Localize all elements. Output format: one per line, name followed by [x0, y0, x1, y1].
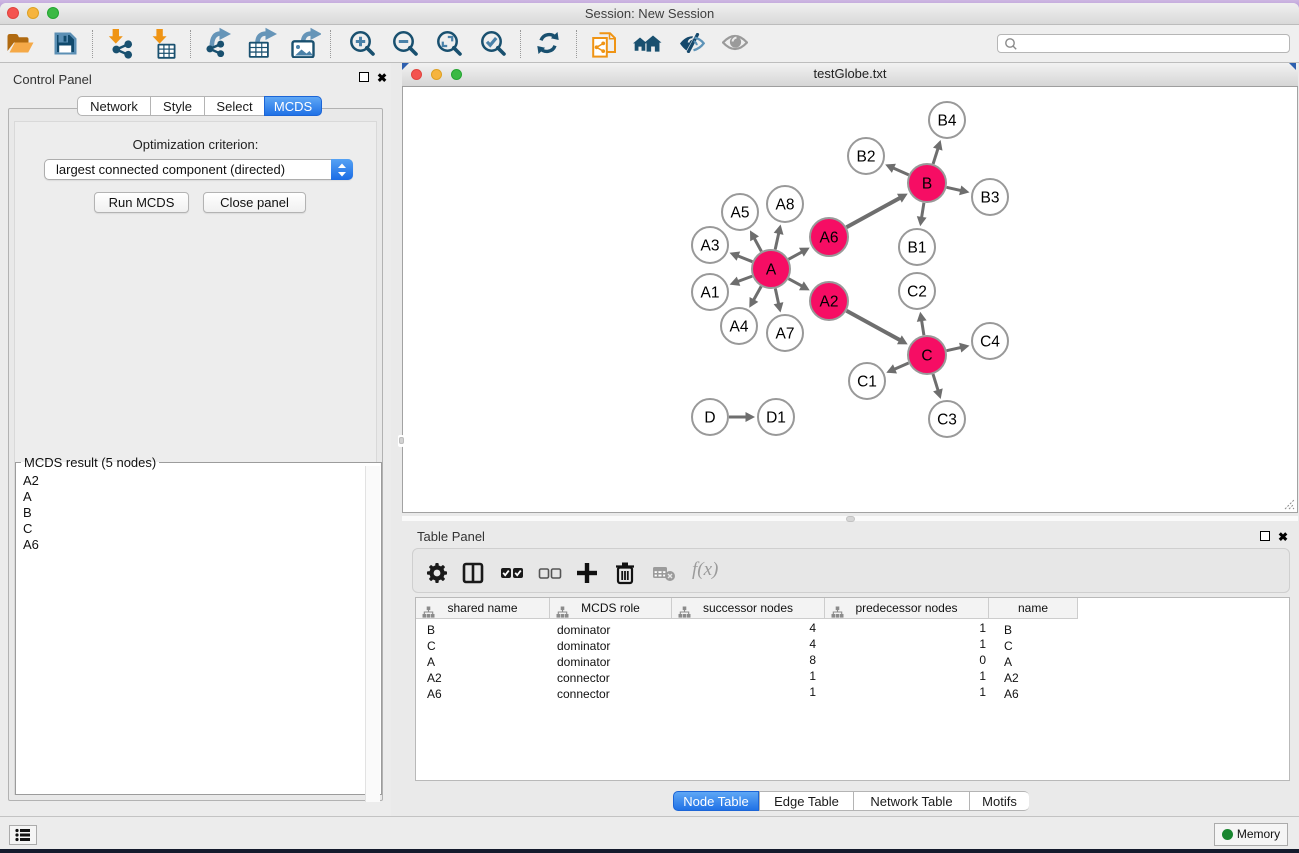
svg-text:A1: A1 — [701, 285, 720, 302]
svg-text:B1: B1 — [908, 240, 927, 257]
svg-text:C2: C2 — [907, 284, 927, 301]
svg-text:B4: B4 — [938, 113, 957, 130]
svg-text:A7: A7 — [776, 326, 795, 343]
svg-text:C: C — [921, 348, 932, 365]
svg-text:B3: B3 — [981, 190, 1000, 207]
svg-text:C4: C4 — [980, 334, 1000, 351]
svg-text:A6: A6 — [820, 230, 839, 247]
svg-text:A4: A4 — [730, 319, 749, 336]
svg-text:C3: C3 — [937, 412, 957, 429]
svg-text:A3: A3 — [701, 238, 720, 255]
svg-text:C1: C1 — [857, 374, 877, 391]
svg-text:B2: B2 — [857, 149, 876, 166]
svg-text:A8: A8 — [776, 197, 795, 214]
svg-text:D1: D1 — [766, 410, 786, 427]
svg-text:D: D — [704, 410, 715, 427]
svg-text:B: B — [922, 176, 932, 193]
svg-text:A: A — [766, 262, 777, 279]
svg-text:A5: A5 — [731, 205, 750, 222]
svg-text:A2: A2 — [820, 294, 839, 311]
